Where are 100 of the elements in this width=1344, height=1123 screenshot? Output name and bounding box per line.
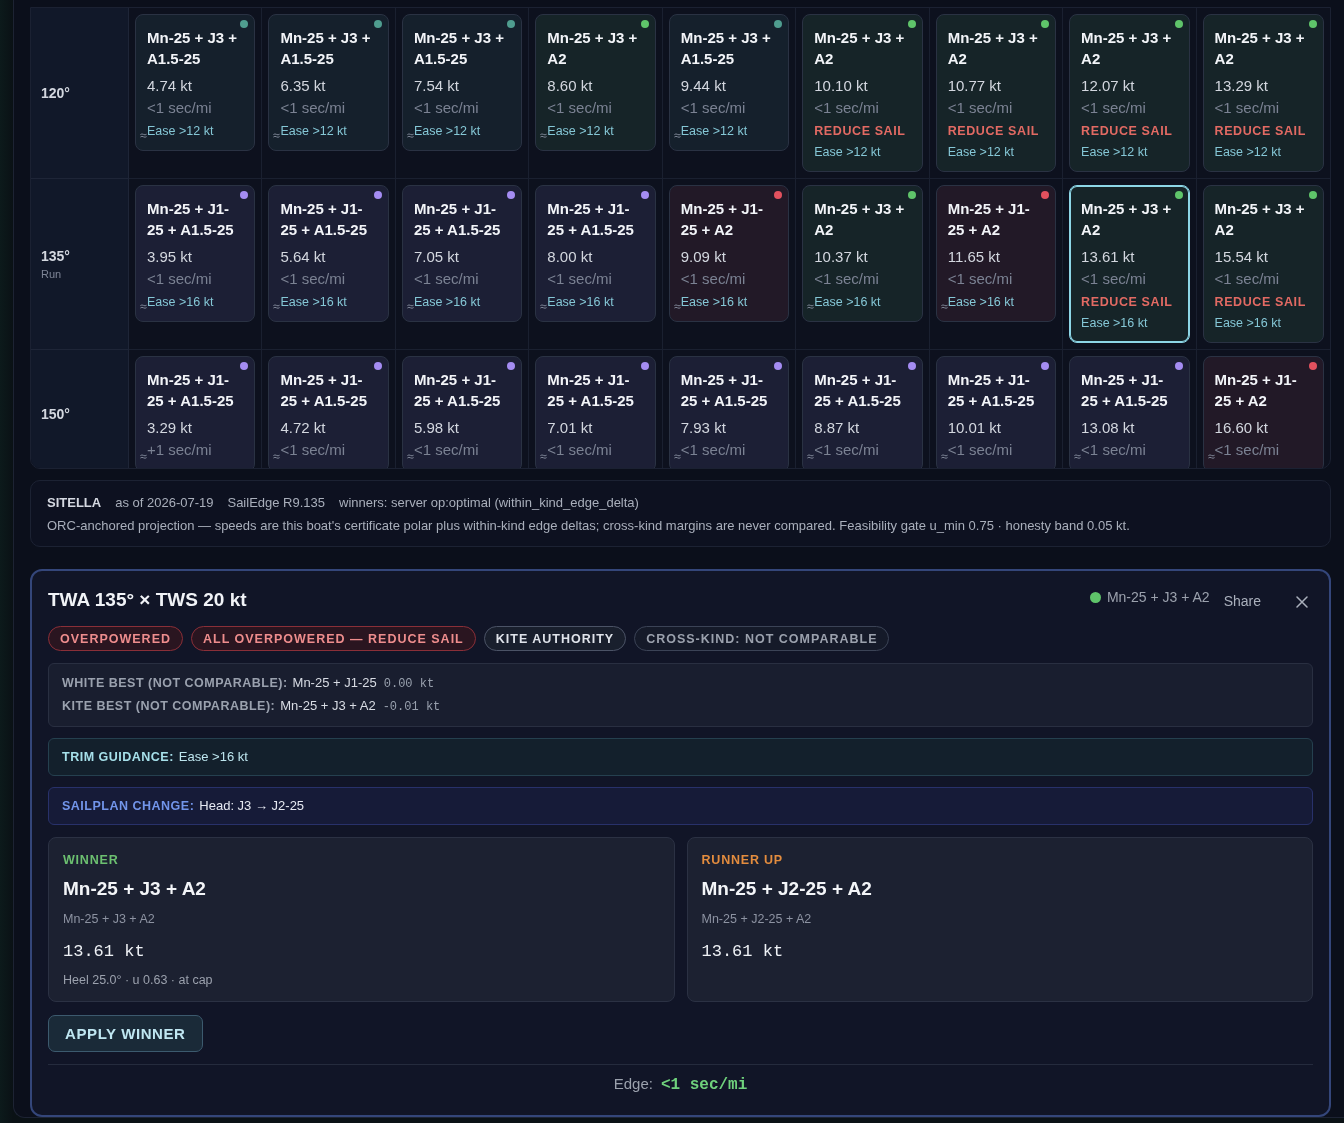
angle-label: 150° [41,405,70,424]
speed-value: 13.29 kt [1214,76,1268,96]
speed-value: 5.98 kt [413,418,459,438]
candidate-name: Mn-25 + J2-25 + A2 [701,877,872,901]
sailplan-name: Mn-25 + J1-25 + A1.5-25 [147,199,235,240]
trim-hint: Ease >12 kt [680,123,748,140]
angle-label: 135° [41,247,70,266]
sailplan-card[interactable]: Mn-25 + J3 + A1.5-25 6.35 kt <1 sec/mi Ease >12 kt [268,14,389,151]
winners-text: winners: server op:optimal (within_kind_edge_delta) [339,494,639,512]
speed-value: 9.44 kt [680,76,726,96]
sailplan-name: Mn-25 + J1-25 + A1.5-25 [413,370,502,411]
sailplan-card[interactable]: Mn-25 + J1-25 + A2 9.09 kt <1 sec/mi Ease >16 kt [668,185,790,322]
sailplan-card[interactable]: Mn-25 + J1-25 + A1.5-25 7.05 kt <1 sec/mi Ease >16 kt [401,185,523,322]
candidate-speed: 13.61 kt [63,941,145,963]
reduce-sail-warning: REDUCE SAIL [947,123,1039,140]
sailplan-card[interactable]: Mn-25 + J3 + A2 13.61 kt <1 sec/mi REDUCE SAIL Ease >16 kt [1069,185,1190,343]
trim-hint: Ease >16 kt [280,294,347,311]
edge-value: <1 sec/mi [947,440,1013,460]
sailplan-name: Mn-25 + J1-25 + A2 [1214,370,1298,411]
speed-value: 4.72 kt [280,418,326,438]
trim-hint: Ease >16 kt [147,294,214,311]
sailplan-card[interactable]: Mn-25 + J1-25 + A1.5-25 8.00 kt <1 sec/mi Ease >16 kt [535,185,656,322]
delta-value: -0.01 kt [382,699,441,716]
speed-value: 8.87 kt [814,418,860,438]
delta-value: 0.00 kt [383,676,435,693]
trim-hint: Ease >12 kt [1081,144,1148,161]
edge-value: <1 sec/mi [947,269,1013,289]
edge-value: <1 sec/mi [1214,269,1280,289]
edge-value: <1 sec/mi [413,440,479,460]
edge-value: <1 sec/mi [547,269,612,289]
sailplan-name: Mn-25 + J3 + A1.5-25 [680,28,772,69]
sailplan-name: Mn-25 + J1-25 + A1.5-25 [280,370,369,411]
candidate-detail: Mn-25 + J3 + A2 [63,911,155,927]
speed-value: 8.60 kt [547,76,593,96]
edge-value: <1 sec/mi [814,98,879,118]
sailplan-card[interactable]: Mn-25 + J1-25 + A1.5-25 3.95 kt <1 sec/mi Ease >16 kt [135,185,256,322]
sailplan-card[interactable]: Mn-25 + J1-25 + A1.5-25 5.64 kt <1 sec/mi Ease >16 kt [268,185,389,322]
sailplan-card[interactable]: Mn-25 + J1-25 + A1.5-25 13.08 kt <1 sec/mi [1069,356,1190,468]
sailplan-card[interactable]: Mn-25 + J1-25 + A1.5-25 7.93 kt <1 sec/mi [668,356,790,468]
sailplan-card[interactable]: Mn-25 + J3 + A2 15.54 kt <1 sec/mi REDUCE SAIL Ease >16 kt [1202,185,1324,343]
status-badge: CROSS-KIND: NOT COMPARABLE [634,626,890,651]
sailplan-card[interactable]: Mn-25 + J3 + A1.5-25 9.44 kt <1 sec/mi Ease >12 kt [668,14,790,151]
status-badge: OVERPOWERED [48,626,183,651]
sailplan-name: Mn-25 + J1-25 + A1.5-25 [814,370,902,411]
candidate-name: Mn-25 + J3 + A2 [63,877,206,901]
comparison-label: KITE BEST (NOT COMPARABLE): [62,698,276,715]
speed-value: 5.64 kt [280,247,326,267]
edge-label: Edge: [613,1074,653,1094]
sailplan-name: Mn-25 + J1-25 + A2 [680,199,764,240]
sailplan-card[interactable]: Mn-25 + J3 + A2 8.60 kt <1 sec/mi Ease >12 kt [535,14,656,151]
speed-value: 11.65 kt [947,247,1000,267]
sailplan-name: Mn-25 + J3 + A2 [814,199,906,240]
sailplan-card[interactable]: Mn-25 + J3 + A2 10.77 kt <1 sec/mi REDUCE SAIL Ease >12 kt [935,14,1057,172]
edge-value: <1 sec/mi [1214,98,1280,118]
projection-note: ORC-anchored projection — speeds are this boat's certificate polar plus within-kind edge deltas; cross-kind margins are never compared. Feasibility gate u_min 0.75 · honesty band 0.05 kt. [47,517,1131,535]
edge-value: <1 sec/mi [947,98,1013,118]
edge-value: <1 sec/mi [660,1075,748,1096]
edge-value: <1 sec/mi [280,440,346,460]
edge-value: <1 sec/mi [413,269,479,289]
sailplan-card[interactable]: Mn-25 + J1-25 + A1.5-25 10.01 kt <1 sec/mi [935,356,1057,468]
sailplan-card[interactable]: Mn-25 + J3 + A2 13.29 kt <1 sec/mi REDUCE SAIL Ease >12 kt [1202,14,1324,172]
edge-value: <1 sec/mi [147,98,212,118]
sailplan-card[interactable]: Mn-25 + J3 + A1.5-25 4.74 kt <1 sec/mi Ease >12 kt [135,14,256,151]
sailplan-card[interactable]: Mn-25 + J1-25 + A1.5-25 7.01 kt <1 sec/mi [535,356,656,468]
candidate-role: RUNNER UP [701,852,783,868]
sailplan-card[interactable]: Mn-25 + J3 + A2 10.37 kt <1 sec/mi Ease >16 kt [802,185,923,322]
sailplan-card[interactable]: Mn-25 + J1-25 + A1.5-25 4.72 kt <1 sec/mi [268,356,389,468]
trim-hint: Ease >12 kt [547,123,614,140]
sailplan-card[interactable]: Mn-25 + J1-25 + A2 11.65 kt <1 sec/mi Ease >16 kt [935,185,1057,322]
sailplan-card[interactable]: Mn-25 + J3 + A2 10.10 kt <1 sec/mi REDUCE SAIL Ease >12 kt [802,14,923,172]
sailplan-card[interactable]: Mn-25 + J1-25 + A1.5-25 5.98 kt <1 sec/mi [401,356,523,468]
notice-text: Head: J3 → J2-25 [199,797,305,814]
sailplan-name: Mn-25 + J1-25 + A1.5-25 [947,370,1036,411]
sailplan-name: Mn-25 + J3 + A2 [1214,28,1306,69]
sailplan-name: Mn-25 + J1-25 + A1.5-25 [680,370,769,411]
reduce-sail-warning: REDUCE SAIL [1081,294,1173,311]
candidate-detail: Mn-25 + J2-25 + A2 [701,911,812,927]
sailplan-name: Mn-25 + J3 + A2 [814,28,906,69]
apply-button[interactable]: APPLY WINNER [48,1015,203,1052]
reduce-sail-warning: REDUCE SAIL [814,123,906,140]
sailplan-card[interactable]: Mn-25 + J1-25 + A1.5-25 8.87 kt <1 sec/mi [802,356,923,468]
edge-value: <1 sec/mi [280,98,346,118]
sailplan-card[interactable]: Mn-25 + J3 + A1.5-25 7.54 kt <1 sec/mi Ease >12 kt [401,14,523,151]
sailplan-name: Mn-25 + J3 + A1.5-25 [147,28,239,69]
share-button[interactable]: Share [1219,591,1265,611]
speed-value: 8.00 kt [547,247,593,267]
sailplan-card[interactable]: Mn-25 + J1-25 + A1.5-25 3.29 kt +1 sec/mi [135,356,256,468]
boat-name: SITELLA [47,494,102,512]
trim-hint: Ease >16 kt [680,294,748,311]
speed-value: 10.37 kt [814,247,868,267]
speed-value: 15.54 kt [1214,247,1268,267]
edge-value: <1 sec/mi [680,98,746,118]
sailplan-card[interactable]: Mn-25 + J1-25 + A2 16.60 kt <1 sec/mi [1202,356,1324,468]
trim-hint: Ease >16 kt [1081,315,1148,332]
version-text: SailEdge R9.135 [227,494,326,512]
current-sailplan: Mn-25 + J3 + A2 [1106,589,1210,605]
sailplan-name: Mn-25 + J3 + A1.5-25 [280,28,372,69]
candidate-note: Heel 25.0° · u 0.63 · at cap [63,972,213,988]
sailplan-name: Mn-25 + J1-25 + A1.5-25 [547,199,635,240]
sailplan-card[interactable]: Mn-25 + J3 + A2 12.07 kt <1 sec/mi REDUCE SAIL Ease >12 kt [1069,14,1190,172]
